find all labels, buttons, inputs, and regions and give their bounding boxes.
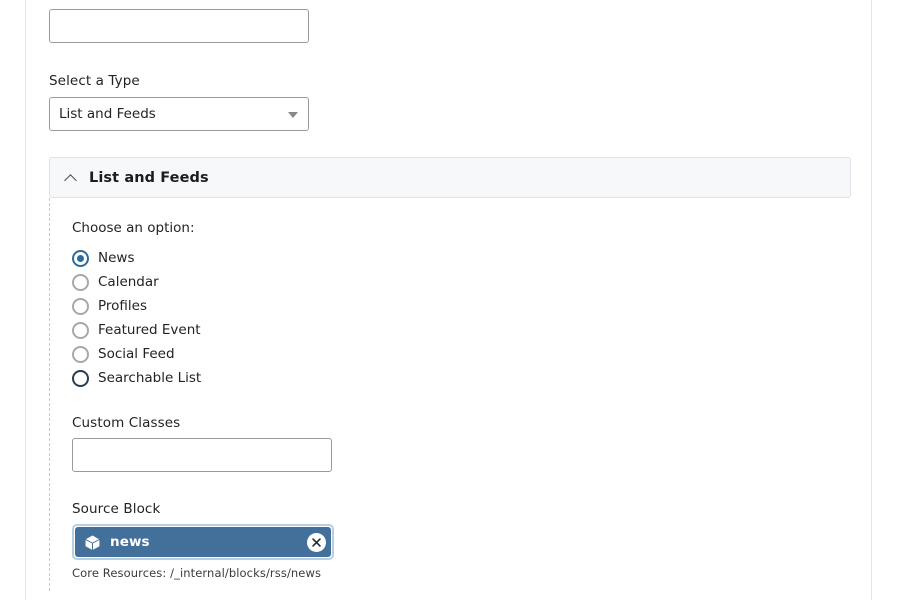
option-group-label: Choose an option: — [72, 220, 195, 236]
source-block-chip[interactable]: news — [75, 527, 331, 557]
radio-option-searchable-list[interactable]: Searchable List — [72, 366, 851, 390]
radio-label: Profiles — [98, 297, 148, 314]
accordion-title: List and Feeds — [89, 169, 209, 186]
source-block-label: Source Block — [72, 501, 161, 517]
radio-label: Calendar — [98, 273, 159, 290]
cube-icon — [85, 535, 100, 550]
custom-classes-input[interactable] — [72, 438, 332, 472]
type-select-wrap: List and Feeds — [49, 97, 309, 131]
radio-option-news[interactable]: News — [72, 246, 851, 270]
radio-option-profiles[interactable]: Profiles — [72, 294, 851, 318]
source-block-caption: Core Resources: /_internal/blocks/rss/ne… — [72, 566, 322, 580]
radio-option-social-feed[interactable]: Social Feed — [72, 342, 851, 366]
radio-indicator[interactable] — [72, 345, 89, 363]
radio-indicator[interactable] — [72, 369, 89, 387]
source-block-row: Source Block news Core Resources: /_inte… — [72, 500, 851, 581]
chevron-up-icon — [64, 171, 78, 185]
source-block-chip-container[interactable]: news — [72, 524, 334, 560]
source-block-chip-label: news — [110, 533, 150, 550]
type-select-value: List and Feeds — [59, 106, 156, 122]
radio-indicator[interactable] — [72, 297, 89, 315]
title-input[interactable] — [49, 9, 309, 43]
radio-label: News — [98, 249, 135, 266]
radio-indicator[interactable] — [72, 321, 89, 339]
accordion-body: Choose an option: News Calendar Profiles — [49, 198, 851, 591]
custom-classes-label: Custom Classes — [72, 415, 181, 431]
radio-indicator[interactable] — [72, 273, 89, 291]
title-field-row — [49, 9, 309, 43]
radio-option-calendar[interactable]: Calendar — [72, 270, 851, 294]
radio-label: Featured Event — [98, 321, 201, 338]
list-and-feeds-accordion: List and Feeds Choose an option: News Ca… — [49, 157, 851, 591]
type-field-row: Select a Type List and Feeds — [49, 72, 309, 131]
option-radio-group: News Calendar Profiles Featured Event So… — [72, 246, 851, 390]
radio-label: Searchable List — [98, 369, 202, 386]
radio-indicator[interactable] — [72, 249, 89, 267]
close-icon[interactable] — [307, 532, 326, 552]
type-field-label: Select a Type — [49, 73, 140, 89]
custom-classes-row: Custom Classes — [72, 414, 851, 472]
accordion-header[interactable]: List and Feeds — [49, 157, 851, 198]
page-frame: Select a Type List and Feeds List and Fe… — [25, 0, 872, 600]
type-select[interactable]: List and Feeds — [49, 97, 309, 131]
radio-option-featured-event[interactable]: Featured Event — [72, 318, 851, 342]
radio-label: Social Feed — [98, 345, 175, 362]
